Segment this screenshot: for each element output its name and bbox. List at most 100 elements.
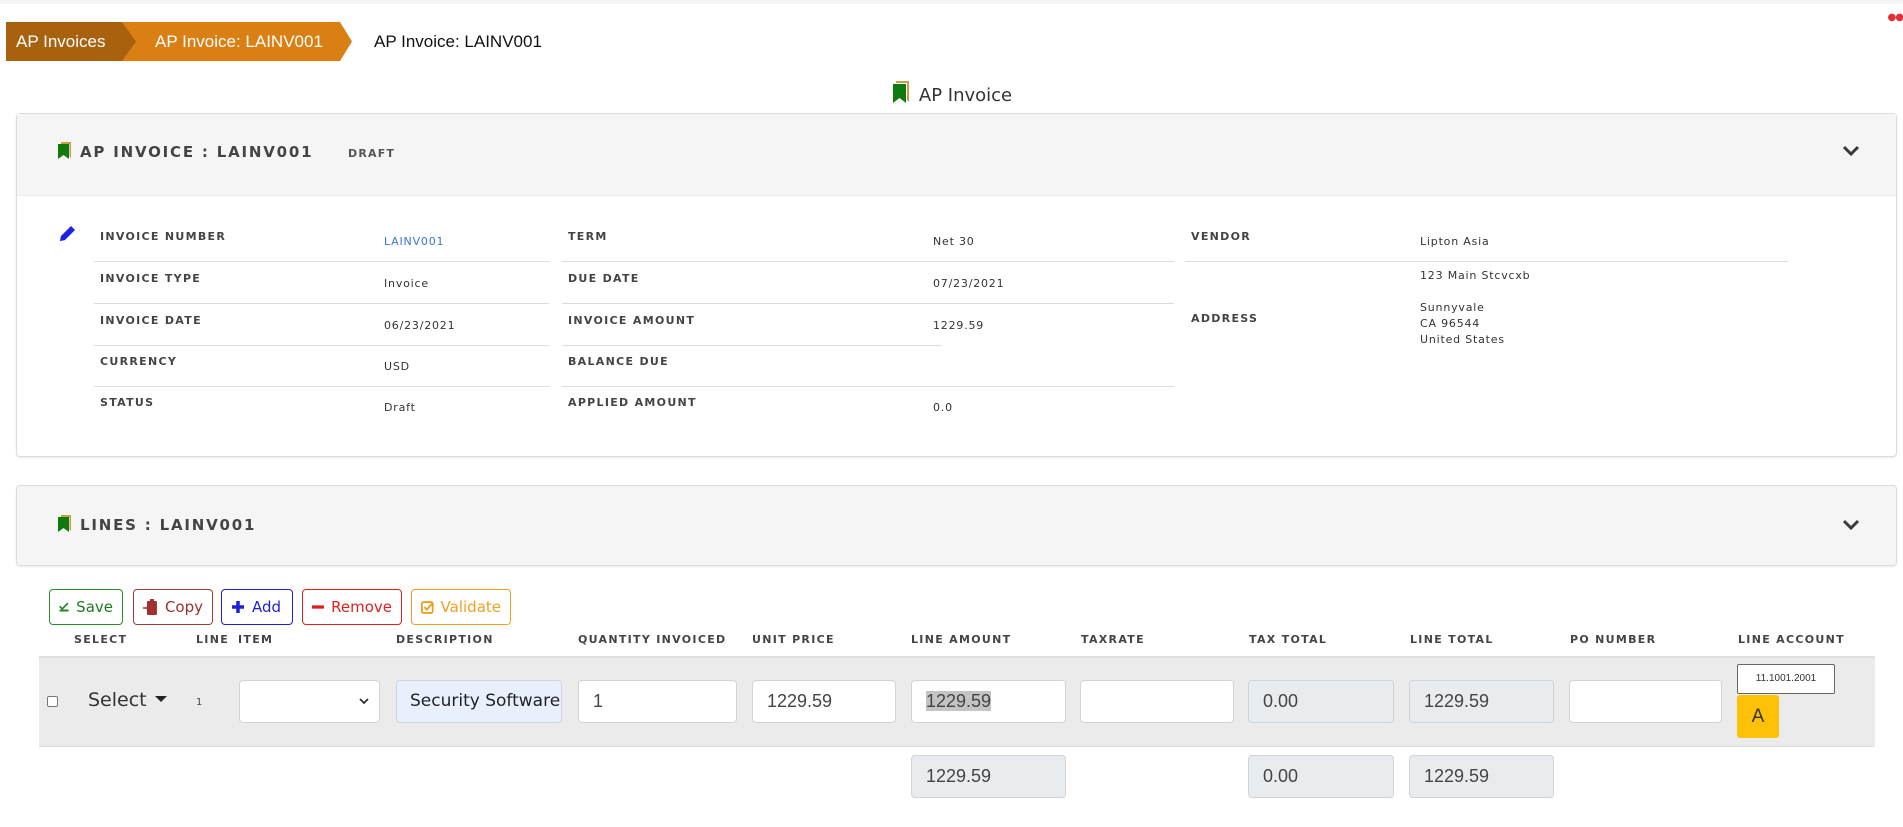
bookmark-icon xyxy=(891,80,911,109)
due-date-label: DUE DATE xyxy=(568,272,640,285)
invoice-number-link[interactable]: LAINV001 xyxy=(384,235,444,248)
total-line-amount: 1229.59 xyxy=(911,755,1066,798)
lines-card-title: LINES : LAINV001 xyxy=(57,515,256,536)
add-button-label: Add xyxy=(252,598,282,616)
column-header-quantity-invoiced: QUANTITY INVOICED xyxy=(578,633,727,646)
address-line-4: United States xyxy=(1420,333,1505,346)
account-lookup-button[interactable]: A xyxy=(1737,695,1779,738)
row-select-dropdown[interactable]: Select xyxy=(88,689,167,711)
remove-button[interactable]: Remove xyxy=(302,589,402,625)
tax-total-field: 0.00 xyxy=(1248,680,1394,723)
field-invoice-amount: INVOICE AMOUNT 1229.59 xyxy=(562,304,983,346)
column-header-line-account: LINE ACCOUNT xyxy=(1738,633,1845,646)
page-title-text: AP Invoice xyxy=(918,85,1013,106)
invoice-card-header[interactable]: AP INVOICE : LAINV001 DRAFT xyxy=(17,114,1896,196)
total-line-total: 1229.59 xyxy=(1409,755,1554,798)
address-label: ADDRESS xyxy=(1191,312,1259,325)
taxrate-input[interactable] xyxy=(1080,680,1234,723)
top-bar xyxy=(0,0,1903,4)
line-amount-value: 1229.59 xyxy=(926,691,992,711)
column-header-item: ITEM xyxy=(238,633,274,646)
column-header-line-amount: LINE AMOUNT xyxy=(911,633,1012,646)
save-button[interactable]: Save xyxy=(49,589,123,625)
edit-pencil-icon[interactable] xyxy=(57,224,77,244)
plus-icon xyxy=(232,601,244,613)
breadcrumb-current: AP Invoice: LAINV001 xyxy=(374,32,542,51)
address-line-2: Sunnyvale xyxy=(1420,301,1485,314)
invoice-card-title-text: AP INVOICE : LAINV001 xyxy=(80,143,314,161)
field-address: ADDRESS 123 Main Stcvcxb Sunnyvale CA 96… xyxy=(1185,262,1788,372)
minus-icon xyxy=(312,605,325,609)
copy-button-label: Copy xyxy=(164,598,203,616)
currency-value: USD xyxy=(384,360,410,373)
column-header-tax-total: TAX TOTAL xyxy=(1249,633,1328,646)
invoice-date-label: INVOICE DATE xyxy=(100,314,202,327)
vendor-label: VENDOR xyxy=(1191,230,1251,243)
invoice-amount-value: 1229.59 xyxy=(933,319,985,332)
row-checkbox[interactable] xyxy=(47,696,58,707)
quantity-invoiced-input[interactable]: 1 xyxy=(578,680,737,723)
field-invoice-type: INVOICE TYPE Invoice xyxy=(94,262,549,304)
line-number: 1 xyxy=(196,697,203,708)
add-button[interactable]: Add xyxy=(221,589,293,625)
invoice-date-value: 06/23/2021 xyxy=(384,319,456,332)
status-value: Draft xyxy=(384,401,416,414)
bookmark-icon xyxy=(57,142,72,163)
term-value: Net 30 xyxy=(933,235,975,248)
validate-button[interactable]: Validate xyxy=(411,589,511,625)
remove-button-label: Remove xyxy=(331,598,392,616)
applied-amount-value: 0.0 xyxy=(933,401,953,414)
validate-button-label: Validate xyxy=(440,598,501,616)
field-currency: CURRENCY USD xyxy=(94,345,549,387)
column-header-line: LINE xyxy=(196,633,230,646)
item-select[interactable] xyxy=(239,680,380,723)
unit-price-input[interactable]: 1229.59 xyxy=(752,680,896,723)
column-header-taxrate: TAXRATE xyxy=(1081,633,1145,646)
copy-button[interactable]: Copy xyxy=(133,589,213,625)
status-label: STATUS xyxy=(100,396,155,409)
chevron-down-icon xyxy=(359,698,369,705)
chevron-down-icon[interactable] xyxy=(1842,144,1860,158)
invoice-type-value: Invoice xyxy=(384,277,429,290)
column-header-line-total: LINE TOTAL xyxy=(1410,633,1494,646)
field-due-date: DUE DATE 07/23/2021 xyxy=(562,262,1174,304)
status-badge: DRAFT xyxy=(348,147,396,160)
invoice-number-label: INVOICE NUMBER xyxy=(100,230,227,243)
field-status: STATUS Draft xyxy=(94,386,549,428)
address-line-3: CA 96544 xyxy=(1420,317,1481,330)
clipboard-icon xyxy=(143,599,157,615)
address-line-1: 123 Main Stcvcxb xyxy=(1420,269,1531,282)
field-invoice-number: INVOICE NUMBER LAINV001 xyxy=(94,220,549,262)
line-account-input[interactable]: 11.1001.2001 xyxy=(1737,664,1835,694)
field-applied-amount: APPLIED AMOUNT 0.0 xyxy=(562,386,1174,428)
field-balance-due: BALANCE DUE xyxy=(562,345,1174,387)
due-date-value: 07/23/2021 xyxy=(933,277,1005,290)
invoice-type-label: INVOICE TYPE xyxy=(100,272,202,285)
currency-label: CURRENCY xyxy=(100,355,178,368)
description-input[interactable]: Security Software xyxy=(396,680,562,723)
line-total-field: 1229.59 xyxy=(1409,680,1554,723)
applied-amount-label: APPLIED AMOUNT xyxy=(568,396,697,409)
column-header-unit-price: UNIT PRICE xyxy=(752,633,835,646)
chevron-down-icon[interactable] xyxy=(1842,518,1860,532)
lines-card[interactable]: LINES : LAINV001 xyxy=(16,485,1897,566)
column-header-select: SELECT xyxy=(74,633,128,646)
save-check-icon xyxy=(59,602,69,612)
save-button-label: Save xyxy=(76,598,113,616)
invoice-card-title: AP INVOICE : LAINV001 xyxy=(57,142,313,163)
field-term: TERM Net 30 xyxy=(562,220,1174,262)
line-amount-input[interactable]: 1229.59 xyxy=(911,680,1066,723)
breadcrumb-ap-invoices[interactable]: AP Invoices xyxy=(6,22,136,61)
vendor-value: Lipton Asia xyxy=(1420,235,1490,248)
column-header-po-number: PO NUMBER xyxy=(1570,633,1657,646)
po-number-input[interactable] xyxy=(1569,680,1722,723)
total-tax-total: 0.00 xyxy=(1248,755,1394,798)
term-label: TERM xyxy=(568,230,608,243)
breadcrumb-ap-invoice[interactable]: AP Invoice: LAINV001 xyxy=(118,22,352,61)
row-select-label: Select xyxy=(88,689,147,711)
balance-due-label: BALANCE DUE xyxy=(568,355,669,368)
caret-down-icon xyxy=(154,696,167,702)
menu-dots-icon[interactable]: ●● xyxy=(1888,12,1903,23)
page-title: AP Invoice xyxy=(0,80,1903,109)
invoice-header-card: AP INVOICE : LAINV001 DRAFT INVOICE NUMB… xyxy=(16,113,1897,457)
